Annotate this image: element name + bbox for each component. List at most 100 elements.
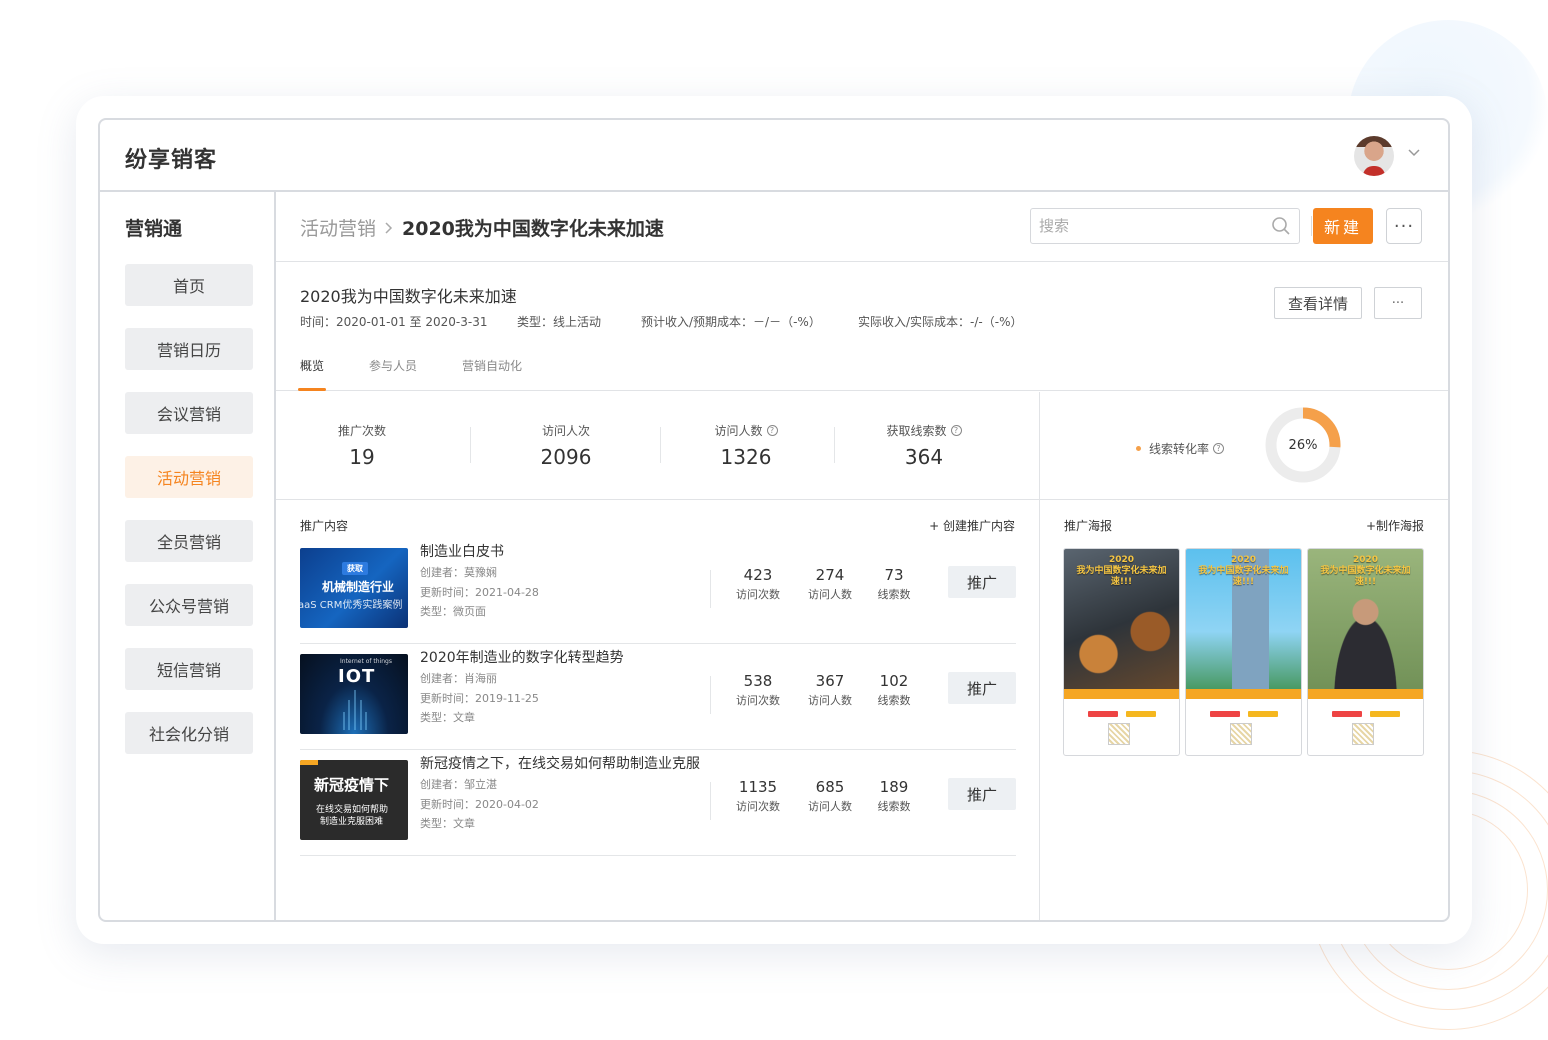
content-row: 新冠疫情下 在线交易如何帮助 制造业克服困难 新冠疫情之下，在线交易如何帮助制造… [300, 750, 1016, 856]
conversion-label-text: 线索转化率 [1149, 442, 1210, 456]
poster-band [1064, 689, 1179, 699]
top-bar: 纷享销客 [100, 120, 1448, 192]
content-leads: 73 线索数 [864, 566, 924, 602]
sidebar-item-meeting[interactable]: 会议营销 [125, 392, 253, 434]
conversion-value: 26% [1288, 437, 1318, 453]
stat-value: 364 [904, 445, 944, 469]
stat-value: 1135 [738, 778, 778, 796]
sidebar-item-all-staff[interactable]: 全员营销 [125, 520, 253, 562]
section-header: 推广海报 +制作海报 [1064, 517, 1424, 534]
stat-leads: 获取线索数? 364 [876, 422, 972, 469]
search-icon[interactable] [1271, 216, 1291, 236]
poster-logos [1314, 709, 1417, 719]
content-title[interactable]: 2020年制造业的数字化转型趋势 [420, 647, 624, 667]
stat-label: 访问次数 [736, 800, 780, 813]
tab-participants[interactable]: 参与人员 [369, 357, 417, 391]
help-icon[interactable]: ? [1213, 443, 1225, 454]
tab-overview[interactable]: 概览 [297, 357, 327, 391]
search-input[interactable] [1031, 209, 1251, 243]
create-poster-link[interactable]: +制作海报 [1366, 517, 1424, 534]
poster-logos [1192, 709, 1295, 719]
more-button[interactable]: ··· [1386, 208, 1422, 244]
content-creator: 创建者：肖海丽 [420, 672, 497, 685]
divider [710, 676, 711, 714]
thumb-title: IOT [338, 666, 376, 687]
content-thumbnail[interactable]: Internet of things IOT [300, 654, 408, 734]
content-visitors: 367 访问人数 [800, 672, 860, 708]
stat-value: 2096 [540, 445, 592, 469]
divider [834, 427, 835, 463]
stat-value: 423 [743, 566, 773, 584]
page-header: 活动营销 2020我为中国数字化未来加速 新建 ··· [276, 192, 1448, 262]
poster-title: 2020 我为中国数字化未来加速!!! [1312, 555, 1419, 588]
sidebar-item-sms[interactable]: 短信营销 [125, 648, 253, 690]
stat-label: 访问人数 [808, 800, 852, 813]
view-detail-button[interactable]: 查看详情 [1274, 287, 1362, 319]
content-title[interactable]: 新冠疫情之下，在线交易如何帮助制造业克服 [420, 753, 700, 773]
poster-card[interactable]: 2020 我为中国数字化未来加速!!! [1307, 548, 1424, 756]
promote-button[interactable]: 推广 [948, 778, 1016, 810]
poster-band [1308, 689, 1423, 699]
content-updated: 更新时间：2019-11-25 [420, 692, 539, 705]
new-button[interactable]: 新建 [1313, 208, 1373, 244]
promote-button[interactable]: 推广 [948, 566, 1016, 598]
poster-headline: 我为中国数字化未来加速!!! [1320, 566, 1411, 587]
poster-title: 2020 我为中国数字化未来加速!!! [1068, 555, 1175, 588]
promotion-content: 推广内容 + 创建推广内容 获取 机械制造行业 aaS CRM优秀实践案例 制造… [276, 500, 1040, 920]
sidebar: 营销通 首页 营销日历 会议营销 活动营销 全员营销 公众号营销 短信营销 社会… [100, 192, 276, 920]
breadcrumb: 活动营销 2020我为中国数字化未来加速 [300, 214, 664, 241]
sidebar-item-official-account[interactable]: 公众号营销 [125, 584, 253, 626]
stat-value: 73 [884, 566, 904, 584]
stats-panel: 推广次数 19 访问人次 2096 访问人数? 1326 获取线索数? 364 [276, 392, 1040, 500]
help-icon[interactable]: ? [766, 425, 778, 436]
stat-label: 访问人次 [541, 424, 590, 438]
app-title: 纷享销客 [125, 148, 218, 173]
breadcrumb-parent[interactable]: 活动营销 [300, 214, 376, 241]
sidebar-item-home[interactable]: 首页 [125, 264, 253, 306]
stat-value: 367 [815, 672, 845, 690]
detail-more-button[interactable]: ··· [1374, 287, 1422, 319]
chevron-right-icon [385, 221, 393, 234]
thumb-accent [300, 760, 318, 765]
content-thumbnail[interactable]: 新冠疫情下 在线交易如何帮助 制造业克服困难 [300, 760, 408, 840]
create-content-link[interactable]: + 创建推广内容 [929, 517, 1015, 534]
chevron-down-icon[interactable] [1408, 146, 1420, 158]
content-type: 类型：文章 [420, 817, 475, 830]
content-visitors: 274 访问人数 [800, 566, 860, 602]
legend-dot [1136, 446, 1141, 451]
poster-card[interactable]: 2020 我为中国数字化未来加速!!! [1063, 548, 1180, 756]
thumb-tag: 获取 [342, 562, 368, 575]
stat-label-text: 获取线索数 [886, 424, 947, 438]
content-updated: 更新时间：2020-04-02 [420, 798, 539, 811]
promote-button[interactable]: 推广 [948, 672, 1016, 704]
avatar[interactable] [1354, 136, 1394, 176]
sidebar-item-activity[interactable]: 活动营销 [125, 456, 253, 498]
app-window: 纷享销客 营销通 首页 营销日历 会议营销 活动营销 全员营销 公众号营销 短信… [98, 118, 1450, 922]
qr-code-icon [1108, 723, 1130, 745]
stat-label: 访问人数? [700, 422, 792, 439]
activity-type: 类型：线上活动 [517, 315, 602, 329]
stat-value: 19 [349, 445, 375, 469]
content-thumbnail[interactable]: 获取 机械制造行业 aaS CRM优秀实践案例 [300, 548, 408, 628]
divider [1311, 216, 1312, 236]
stat-label: 线索数 [877, 800, 911, 813]
conversion-panel: 线索转化率 ? 26% [1040, 392, 1448, 500]
sidebar-item-social[interactable]: 社会化分销 [125, 712, 253, 754]
section-title: 推广内容 [300, 519, 349, 533]
stat-value: 538 [743, 672, 773, 690]
stat-visitors: 访问人数? 1326 [700, 422, 792, 469]
stat-label-text: 访问人数 [714, 424, 763, 438]
tab-automation[interactable]: 营销自动化 [462, 357, 522, 391]
content-title[interactable]: 制造业白皮书 [420, 541, 504, 561]
stat-label: 线索数 [877, 588, 911, 601]
poster-headline: 我为中国数字化未来加速!!! [1076, 566, 1167, 587]
divider [660, 427, 661, 463]
tab-bar: 概览 参与人员 营销自动化 [297, 357, 567, 391]
thumb-title: 新冠疫情下 [314, 776, 390, 794]
conversion-label: 线索转化率 ? [1136, 440, 1225, 457]
poster-card[interactable]: 2020 我为中国数字化未来加速!!! [1185, 548, 1302, 756]
help-icon[interactable]: ? [950, 425, 962, 436]
sidebar-item-calendar[interactable]: 营销日历 [125, 328, 253, 370]
stat-label: 获取线索数? [876, 422, 972, 439]
thumb-title: 机械制造行业 [322, 580, 395, 594]
